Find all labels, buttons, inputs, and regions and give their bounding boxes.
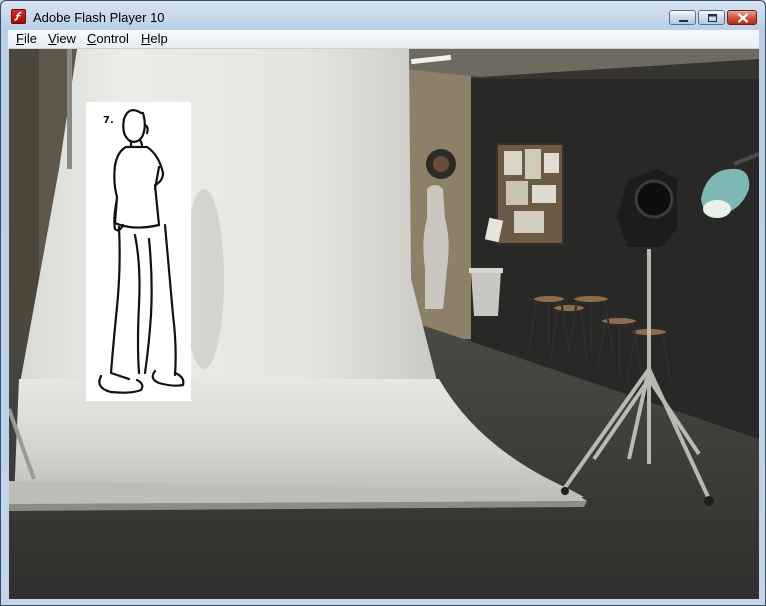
- trash-bin: [471, 271, 501, 316]
- maximize-icon: [708, 14, 717, 22]
- close-icon: [737, 13, 749, 23]
- flash-video-area[interactable]: 7.: [9, 49, 759, 599]
- minimize-icon: [679, 20, 688, 22]
- maximize-button[interactable]: [698, 10, 725, 25]
- window-title: Adobe Flash Player 10: [33, 10, 165, 25]
- close-button[interactable]: [727, 10, 757, 25]
- menu-help[interactable]: Help: [141, 31, 168, 46]
- title-bar[interactable]: Adobe Flash Player 10: [1, 1, 765, 29]
- flash-player-window: Adobe Flash Player 10 File View Control …: [0, 0, 766, 606]
- menu-control[interactable]: Control: [87, 31, 129, 46]
- menu-view[interactable]: View: [48, 31, 76, 46]
- card-number: 7.: [103, 115, 114, 126]
- minimize-button[interactable]: [669, 10, 696, 25]
- backdrop-paper: [19, 49, 439, 389]
- menu-file[interactable]: File: [16, 31, 37, 46]
- studio-video-frame: 7.: [9, 49, 759, 599]
- flash-player-icon[interactable]: [11, 9, 26, 24]
- menu-bar: File View Control Help: [8, 30, 759, 49]
